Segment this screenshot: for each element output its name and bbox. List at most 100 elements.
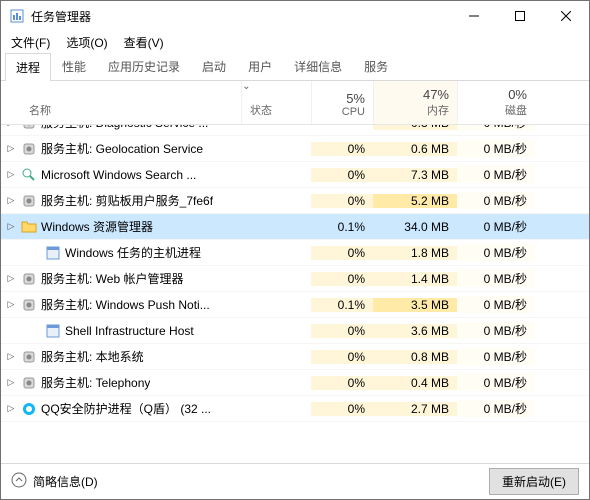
process-name: Windows 任务的主机进程 [65,244,201,261]
cell-cpu: 0.1% [311,298,373,312]
tab[interactable]: 用户 [237,52,283,80]
cell-memory: 0.6 MB [373,142,457,156]
process-list[interactable]: ▷ 服务主机: Diagnostic Service ... 0.3 MB 0 MB/… [1,125,589,463]
table-row[interactable]: ▷服务主机: Web 帐户管理器0%1.4 MB0 MB/秒 [1,266,589,292]
cell-cpu: 0% [311,142,373,156]
expander-icon[interactable]: ▷ [5,273,17,284]
process-name: 服务主机: Diagnostic Service ... [41,125,208,131]
tab[interactable]: 进程 [5,53,51,81]
table-row[interactable]: ▷服务主机: Telephony0%0.4 MB0 MB/秒 [1,370,589,396]
cell-disk: 0 MB/秒 [457,400,535,417]
col-status[interactable]: 状态 [241,81,311,124]
expander-icon[interactable]: ▷ [5,351,17,362]
table-row[interactable]: ▷QQ安全防护进程（Q盾） (32 ...0%2.7 MB0 MB/秒 [1,396,589,422]
cell-disk: 0 MB/秒 [457,296,535,313]
cell-disk: 0 MB/秒 [457,166,535,183]
cell-disk: 0 MB/秒 [457,192,535,209]
process-name: 服务主机: Geolocation Service [41,140,203,157]
col-memory[interactable]: 47%内存 [373,81,457,124]
chevron-up-icon [11,472,27,491]
cell-cpu: 0% [311,168,373,182]
process-icon [45,323,61,339]
cell-memory: 7.3 MB [373,168,457,182]
table-row[interactable]: ▷ Microsoft Windows Search ... 0%7.3 MB0 M… [1,162,589,188]
process-icon [21,167,37,183]
expander-icon[interactable]: ▷ [5,169,17,180]
column-headers: ⌄ 名称 状态 5%CPU 47%内存 0%磁盘 [1,81,589,125]
process-name: QQ安全防护进程（Q盾） (32 ... [41,400,211,417]
process-icon [21,141,37,157]
cell-cpu: 0% [311,324,373,338]
process-icon [21,297,37,313]
cell-cpu: 0.1% [311,220,373,234]
table-row[interactable]: ▷服务主机: 本地系统0%0.8 MB0 MB/秒 [1,344,589,370]
table-row[interactable]: ▷服务主机: Diagnostic Service ...0.3 MB0 MB/… [1,125,589,136]
process-name: Microsoft Windows Search ... [41,168,196,182]
cell-memory: 0.3 MB [373,125,457,130]
cell-disk: 0 MB/秒 [457,348,535,365]
expander-icon[interactable]: ▷ [5,195,17,206]
col-name[interactable]: 名称 [1,81,241,124]
process-name: Windows 资源管理器 [41,218,153,235]
cell-memory: 5.2 MB [373,194,457,208]
restart-button[interactable]: 重新启动(E) [489,468,579,495]
table-row[interactable]: Shell Infrastructure Host0%3.6 MB0 MB/秒 [1,318,589,344]
cell-memory: 0.4 MB [373,376,457,390]
expander-icon[interactable]: ▷ [5,143,17,154]
cell-memory: 3.5 MB [373,298,457,312]
process-icon [21,401,37,417]
process-icon [21,375,37,391]
cell-cpu: 0% [311,194,373,208]
table-row[interactable]: ▷服务主机: Windows Push Noti...0.1%3.5 MB0 M… [1,292,589,318]
tab[interactable]: 应用历史记录 [97,52,191,80]
close-button[interactable] [543,1,589,31]
table-row[interactable]: ▷ Windows 资源管理器 0.1%34.0 MB0 MB/秒 [1,214,589,240]
table-row[interactable]: ▷服务主机: 剪贴板用户服务_7fe6f0%5.2 MB0 MB/秒 [1,188,589,214]
tab[interactable]: 服务 [353,52,399,80]
cell-disk: 0 MB/秒 [457,244,535,261]
cell-cpu: 0% [311,246,373,260]
expander-icon[interactable]: ▷ [5,125,17,128]
menu-item[interactable]: 查看(V) [120,32,168,53]
cell-cpu: 0% [311,272,373,286]
expander-icon[interactable]: ▷ [5,299,17,310]
process-grid: ⌄ 名称 状态 5%CPU 47%内存 0%磁盘 ▷ 服务主机: Diagnost… [1,81,589,463]
table-row[interactable]: ▷ 服务主机: Geolocation Service 0%0.6 MB0 MB/秒 [1,136,589,162]
titlebar: 任务管理器 [1,1,589,31]
cell-cpu: 0% [311,350,373,364]
col-disk[interactable]: 0%磁盘 [457,81,535,124]
minimize-button[interactable] [451,1,497,31]
cell-memory: 1.8 MB [373,246,457,260]
tab[interactable]: 详细信息 [283,52,353,80]
menu-item[interactable]: 选项(O) [62,32,111,53]
cell-cpu: 0% [311,402,373,416]
cell-disk: 0 MB/秒 [457,270,535,287]
sort-indicator-icon: ⌄ [242,81,250,92]
process-name: 服务主机: 本地系统 [41,348,144,365]
process-icon [45,245,61,261]
expander-icon[interactable]: ▷ [5,221,17,232]
menubar: 文件(F) 选项(O) 查看(V) [1,31,589,53]
table-row[interactable]: Windows 任务的主机进程 0%1.8 MB0 MB/秒 [1,240,589,266]
cell-disk: 0 MB/秒 [457,218,535,235]
expander-icon[interactable]: ▷ [5,403,17,414]
window-title: 任务管理器 [31,8,451,25]
cell-memory: 3.6 MB [373,324,457,338]
maximize-button[interactable] [497,1,543,31]
fewer-details-button[interactable]: 简略信息(D) [11,472,98,491]
process-icon [21,193,37,209]
process-name: 服务主机: Web 帐户管理器 [41,270,183,287]
cell-memory: 34.0 MB [373,220,457,234]
process-name: Shell Infrastructure Host [65,324,194,338]
tab[interactable]: 启动 [191,52,237,80]
footer: 简略信息(D) 重新启动(E) [1,463,589,499]
cell-disk: 0 MB/秒 [457,374,535,391]
menu-item[interactable]: 文件(F) [7,32,54,53]
tabstrip: 进程性能应用历史记录启动用户详细信息服务 [1,53,589,81]
process-icon [21,271,37,287]
app-icon [9,8,25,24]
cell-disk: 0 MB/秒 [457,140,535,157]
expander-icon[interactable]: ▷ [5,377,17,388]
tab[interactable]: 性能 [51,52,97,80]
col-cpu[interactable]: 5%CPU [311,81,373,124]
